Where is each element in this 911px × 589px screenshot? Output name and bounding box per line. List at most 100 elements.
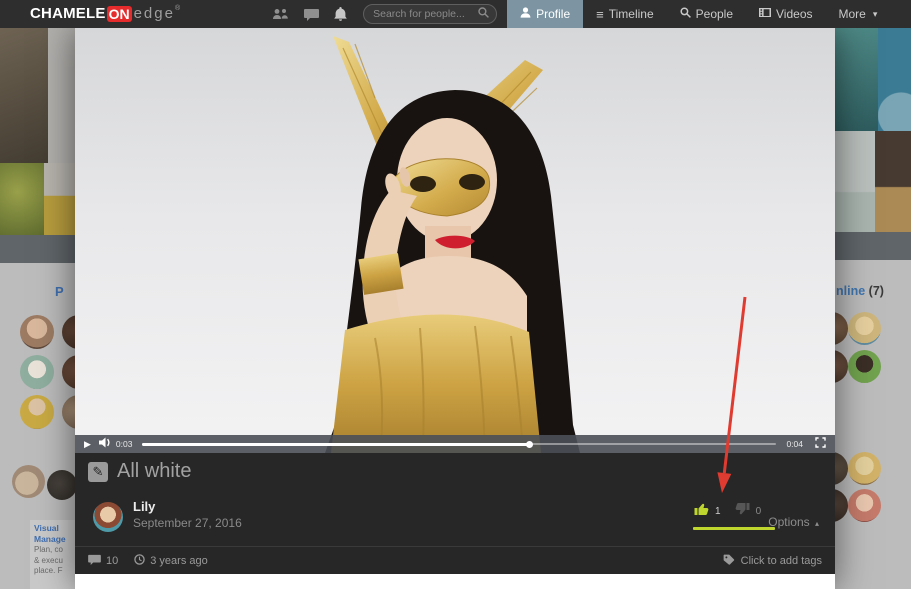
cover-bottom-bar	[0, 235, 75, 263]
friends-online-heading: nline (7)	[836, 284, 884, 298]
search-icon[interactable]	[478, 5, 489, 23]
avatar[interactable]	[62, 355, 75, 389]
profile-icon	[520, 7, 531, 21]
edit-title-icon[interactable]: ✎	[88, 462, 108, 482]
publish-date: September 27, 2016	[133, 516, 242, 530]
avatar[interactable]	[835, 312, 848, 345]
navbar-menu: Profile ≡ Timeline People Videos More	[507, 0, 890, 28]
options-label: Options	[768, 515, 809, 529]
tab-timeline-label: Timeline	[609, 7, 654, 21]
tab-profile[interactable]: Profile	[507, 0, 583, 28]
dislike-count: 0	[756, 506, 762, 517]
age-text: 3 years ago	[150, 555, 207, 567]
avatar[interactable]	[62, 395, 75, 429]
avatar[interactable]	[848, 489, 881, 522]
notifications-icon[interactable]	[334, 7, 347, 22]
logo-text-light: edge	[134, 0, 175, 28]
author-avatar[interactable]	[93, 502, 123, 532]
page: CHAMELE ON edge ®	[0, 0, 911, 589]
avatar[interactable]	[62, 315, 75, 349]
widget-text: Plan, co	[34, 545, 75, 556]
avatar[interactable]	[20, 395, 54, 429]
avatar[interactable]	[848, 452, 881, 485]
seek-knob[interactable]	[526, 441, 533, 448]
people-icon	[680, 7, 691, 21]
avatar[interactable]	[835, 489, 848, 522]
options-caret-icon: ▴	[815, 519, 819, 528]
search-input[interactable]	[371, 7, 478, 21]
add-tags-label: Click to add tags	[741, 555, 822, 567]
play-button[interactable]: ▶	[84, 440, 91, 449]
age-meta: 3 years ago	[134, 554, 207, 568]
cover-photo	[0, 163, 44, 235]
tab-people-label: People	[696, 7, 733, 21]
logo-badge: ON	[107, 6, 132, 22]
options-dropdown[interactable]: Options ▴	[768, 515, 819, 529]
cover-photo	[835, 131, 875, 232]
video-player[interactable]: ▶ 0:03 0:04	[75, 28, 835, 453]
seek-fill	[142, 443, 529, 446]
tab-profile-label: Profile	[536, 7, 570, 21]
messages-icon[interactable]	[304, 8, 319, 21]
avatar[interactable]	[835, 452, 848, 485]
navbar-icon-group	[272, 7, 347, 22]
videos-icon	[759, 7, 771, 21]
cover-photo	[48, 28, 75, 163]
fullscreen-icon[interactable]	[815, 435, 826, 453]
cover-photo	[44, 163, 75, 235]
video-controls-bar: ▶ 0:03 0:04	[75, 435, 835, 453]
like-count: 1	[715, 506, 721, 517]
duration: 0:04	[786, 439, 803, 449]
friends-icon[interactable]	[272, 8, 289, 21]
widget-link[interactable]: Visual	[34, 523, 75, 534]
comments-count: 10	[106, 555, 118, 567]
comments-meta[interactable]: 10	[88, 554, 118, 568]
cover-photo	[835, 28, 878, 131]
thumb-down-icon[interactable]	[734, 501, 751, 522]
cover-photo	[0, 28, 48, 163]
video-title: All white	[117, 460, 191, 483]
search-box[interactable]	[363, 4, 497, 24]
tab-timeline[interactable]: ≡ Timeline	[583, 0, 667, 28]
logo-text-bold: CHAMELE	[30, 0, 106, 28]
timeline-icon: ≡	[596, 8, 604, 21]
avatar[interactable]	[20, 355, 54, 389]
background-widget-card: Visual Manage Plan, co & execu place. F	[30, 520, 75, 589]
friends-online-count: (7)	[869, 284, 884, 298]
top-navbar: CHAMELE ON edge ®	[0, 0, 911, 28]
logo-registered-mark: ®	[175, 4, 180, 14]
more-caret-icon: ▾	[873, 10, 878, 19]
cover-photo	[875, 131, 911, 232]
volume-icon[interactable]	[99, 435, 112, 453]
tag-icon	[722, 553, 735, 569]
avatar[interactable]	[12, 465, 45, 498]
comments-icon	[88, 554, 101, 568]
background-left-strip: P Visual Manage Plan, co & execu place. …	[0, 28, 75, 589]
avatar[interactable]	[848, 350, 881, 383]
vote-highlight-underline	[693, 527, 775, 530]
background-panel-heading: P	[55, 284, 64, 299]
cover-photo	[878, 28, 911, 131]
app-logo[interactable]: CHAMELE ON edge ®	[30, 0, 180, 28]
video-title-bar: ✎ All white	[75, 453, 835, 490]
widget-text: place. F	[34, 566, 75, 577]
seek-bar[interactable]	[142, 440, 776, 448]
video-meta-bar: 10 3 years ago Click to add tags	[75, 546, 835, 574]
author-name[interactable]: Lily	[133, 499, 155, 514]
tab-videos-label: Videos	[776, 7, 812, 21]
tab-videos[interactable]: Videos	[746, 0, 825, 28]
add-tags-button[interactable]: Click to add tags	[722, 553, 822, 569]
background-right-strip: nline (7)	[835, 28, 911, 589]
avatar[interactable]	[47, 470, 75, 500]
tab-more[interactable]: More ▾	[826, 0, 891, 28]
tab-people[interactable]: People	[667, 0, 746, 28]
avatar[interactable]	[835, 350, 848, 383]
avatar[interactable]	[848, 312, 881, 345]
avatar[interactable]	[20, 315, 54, 349]
thumb-up-icon[interactable]	[693, 501, 710, 522]
clock-icon	[134, 554, 145, 568]
widget-link[interactable]: Manage	[34, 534, 75, 545]
video-frame-illustration	[75, 28, 835, 453]
comments-section-top	[75, 574, 835, 589]
widget-text: & execu	[34, 556, 75, 567]
